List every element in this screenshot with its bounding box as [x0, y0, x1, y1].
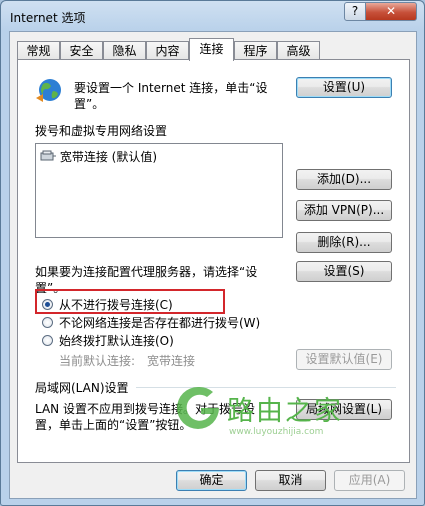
- dialup-connections-list[interactable]: 宽带连接 (默认值): [35, 143, 283, 238]
- add-vpn-button[interactable]: 添加 VPN(P)...: [296, 200, 392, 221]
- list-item-label: 宽带连接 (默认值): [59, 150, 158, 164]
- apply-button[interactable]: 应用(A): [334, 470, 405, 491]
- list-item[interactable]: 宽带连接 (默认值): [40, 148, 157, 165]
- cancel-button[interactable]: 取消: [255, 470, 326, 491]
- add-button[interactable]: 添加(D)...: [296, 169, 392, 190]
- watermark-logo-icon: [177, 386, 219, 429]
- window-title: Internet 选项: [10, 11, 86, 25]
- globe-icon: [36, 79, 61, 102]
- close-button[interactable]: ✕: [365, 2, 417, 21]
- tab-programs[interactable]: 程序: [234, 41, 277, 61]
- highlight-annotation: [35, 289, 225, 314]
- tab-content[interactable]: 内容: [146, 41, 189, 61]
- tab-general[interactable]: 常规: [17, 41, 60, 61]
- set-default-button[interactable]: 设置默认值(E): [296, 349, 392, 370]
- lan-description-line2: 置，单击上面的“设置”按钮。: [35, 418, 192, 432]
- radio-always-dial-default[interactable]: [42, 335, 53, 346]
- radio-dial-whenever-label[interactable]: 不论网络连接是否存在都进行拨号(W): [59, 314, 260, 331]
- proxy-settings-button[interactable]: 设置(S): [296, 261, 392, 282]
- broadband-connection-icon: [40, 150, 56, 161]
- tab-connections[interactable]: 连接: [189, 38, 234, 61]
- delete-button[interactable]: 删除(R)...: [296, 232, 392, 253]
- radio-always-dial-default-label[interactable]: 始终拨打默认连接(O): [59, 332, 174, 349]
- setup-button[interactable]: 设置(U): [296, 77, 392, 98]
- proxy-description-line1: 如果要为连接配置代理服务器，请选择“设: [35, 265, 258, 279]
- current-default-value: 宽带连接: [147, 354, 196, 368]
- tab-security[interactable]: 安全: [60, 41, 103, 61]
- lan-heading: 局域网(LAN)设置: [35, 381, 129, 395]
- dialup-vpn-heading: 拨号和虚拟专用网络设置: [35, 124, 168, 138]
- setup-description-line1: 要设置一个 Internet 连接，单击“设: [74, 81, 268, 95]
- ok-button[interactable]: 确定: [176, 470, 247, 491]
- watermark-url: www.luyouzhijia.com: [229, 427, 324, 437]
- watermark: 路由之家 www.luyouzhijia.com: [171, 381, 381, 451]
- watermark-text: 路由之家: [227, 396, 343, 427]
- help-button[interactable]: ?: [344, 2, 366, 21]
- tab-privacy[interactable]: 隐私: [103, 41, 146, 61]
- current-default-label: 当前默认连接:: [59, 354, 136, 368]
- tab-advanced[interactable]: 高级: [277, 41, 320, 61]
- setup-description-line2: 置”。: [74, 97, 105, 111]
- title-bar[interactable]: Internet 选项 ? ✕: [1, 1, 424, 31]
- internet-options-window: Internet 选项 ? ✕ 常规 安全 隐私 内容 连接 程序 高级 要设置…: [0, 0, 425, 506]
- radio-dial-whenever[interactable]: [42, 317, 53, 328]
